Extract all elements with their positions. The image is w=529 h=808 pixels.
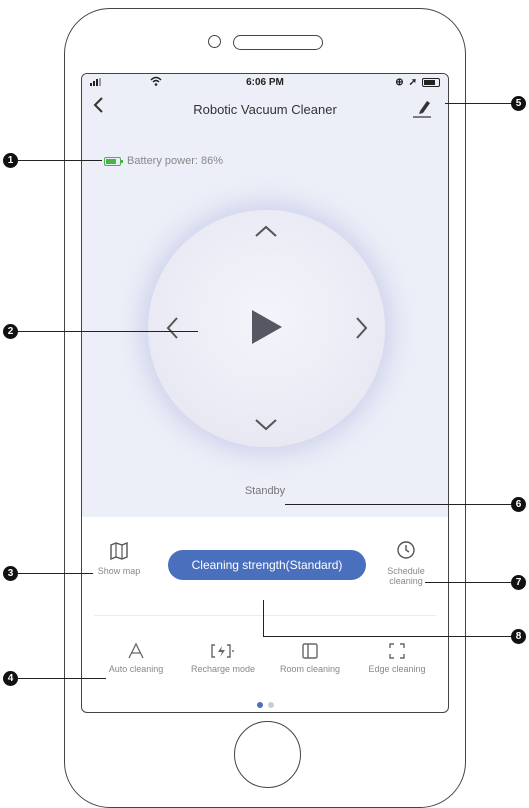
callout-line: [18, 160, 102, 161]
callout-line: [263, 600, 264, 636]
nav-bar: Robotic Vacuum Cleaner: [82, 92, 448, 128]
battery-label: Battery power: 86%: [127, 155, 223, 167]
mode-room-cleaning[interactable]: Room cleaning: [265, 640, 355, 674]
mode-label: Edge cleaning: [368, 664, 426, 674]
show-map-label: Show map: [97, 566, 141, 576]
map-icon: [110, 541, 128, 561]
status-time: 6:06 PM: [246, 77, 284, 88]
edit-button[interactable]: [412, 98, 432, 125]
room-icon: [265, 640, 355, 662]
divider: [94, 615, 436, 616]
mode-label: Auto cleaning: [108, 664, 164, 674]
callout-number: 2: [3, 324, 18, 339]
pencil-icon: [413, 101, 431, 118]
mode-label: Recharge mode: [190, 664, 256, 674]
mode-recharge[interactable]: Recharge mode: [178, 640, 268, 674]
home-button[interactable]: [234, 721, 301, 788]
page-dot[interactable]: [256, 702, 263, 708]
direction-pad: [148, 210, 385, 447]
arrow-up-icon[interactable]: [254, 224, 278, 238]
mode-auto-cleaning[interactable]: Auto cleaning: [91, 640, 181, 674]
callout-number: 5: [511, 96, 526, 111]
schedule-cleaning-button[interactable]: Schedule cleaning: [376, 540, 436, 586]
letter-a-icon: [91, 640, 181, 662]
start-button[interactable]: [252, 310, 282, 344]
callout-line: [18, 573, 93, 574]
battery-status: Battery power: 86%: [104, 155, 223, 167]
robot-state: Standby: [244, 485, 286, 497]
arrow-down-icon[interactable]: [254, 418, 278, 432]
callout-number: 4: [3, 671, 18, 686]
location-icon: ➚: [408, 77, 417, 88]
camera: [208, 35, 221, 48]
callout-line: [445, 103, 515, 104]
edge-icon: [352, 640, 442, 662]
arrow-right-icon[interactable]: [355, 316, 369, 340]
recharge-icon: [178, 640, 268, 662]
callout-number: 1: [3, 153, 18, 168]
schedule-label: Schedule cleaning: [387, 566, 425, 586]
status-battery-icon: [422, 78, 440, 87]
clock-icon: [397, 541, 415, 559]
status-bar: 6:06 PM ⊕ ➚: [82, 74, 448, 92]
show-map-button[interactable]: Show map: [94, 541, 144, 576]
callout-line: [425, 582, 515, 583]
callout-number: 7: [511, 575, 526, 590]
page-dot[interactable]: [267, 702, 274, 708]
page-title: Robotic Vacuum Cleaner: [193, 102, 337, 117]
callout-line: [18, 678, 106, 679]
mode-edge-cleaning[interactable]: Edge cleaning: [352, 640, 442, 674]
app-screen: 6:06 PM ⊕ ➚ Robotic Vacuum Cleaner Batte…: [81, 73, 449, 713]
page-indicator: [82, 702, 448, 708]
cleaning-strength-button[interactable]: Cleaning strength(Standard): [168, 550, 366, 580]
arrow-left-icon[interactable]: [165, 316, 179, 340]
callout-line: [18, 331, 198, 332]
callout-number: 8: [511, 629, 526, 644]
callout-line: [263, 636, 515, 637]
battery-icon: [104, 156, 123, 166]
battery-fill: [106, 158, 116, 164]
mode-label: Room cleaning: [279, 664, 341, 674]
callout-number: 3: [3, 566, 18, 581]
rotation-lock-icon: ⊕: [395, 77, 404, 88]
callout-line: [285, 504, 515, 505]
speaker-grille: [233, 35, 323, 50]
callout-number: 6: [511, 497, 526, 512]
control-panel: 6:06 PM ⊕ ➚ Robotic Vacuum Cleaner Batte…: [82, 74, 448, 517]
